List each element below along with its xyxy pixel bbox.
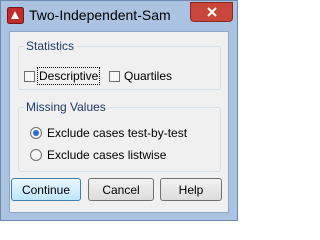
- close-icon: [206, 7, 217, 17]
- close-button[interactable]: [190, 2, 233, 22]
- statistics-group: Statistics Descriptive Quartiles: [18, 38, 221, 90]
- cancel-button[interactable]: Cancel: [88, 178, 154, 201]
- quartiles-option[interactable]: Quartiles: [109, 69, 172, 83]
- radio-button-selected[interactable]: [30, 127, 42, 139]
- continue-button[interactable]: Continue: [11, 178, 81, 201]
- radio-label: Exclude cases listwise: [47, 148, 167, 162]
- missing-values-group-label: Missing Values: [24, 99, 108, 115]
- radio-button[interactable]: [30, 149, 42, 161]
- statistics-group-label: Statistics: [24, 38, 77, 54]
- descriptive-option[interactable]: Descriptive: [24, 67, 101, 85]
- descriptive-checkbox[interactable]: [24, 70, 35, 82]
- app-icon: [7, 7, 24, 24]
- dialog-client-area: Statistics Descriptive Quartiles Missing…: [9, 31, 229, 213]
- radio-label: Exclude cases test-by-test: [47, 126, 188, 140]
- title-bar[interactable]: Two-Independent-Sam: [1, 1, 237, 31]
- window-title: Two-Independent-Sam: [29, 7, 171, 23]
- quartiles-checkbox[interactable]: [109, 70, 120, 82]
- descriptive-label: Descriptive: [36, 67, 101, 85]
- missing-values-group: Missing Values Exclude cases test-by-tes…: [18, 99, 221, 172]
- dialog-window: Two-Independent-Sam Statistics Descripti…: [0, 0, 238, 221]
- radio-exclude-listwise[interactable]: Exclude cases listwise: [30, 148, 166, 162]
- radio-exclude-test-by-test[interactable]: Exclude cases test-by-test: [30, 126, 187, 140]
- quartiles-label: Quartiles: [124, 69, 173, 83]
- help-button[interactable]: Help: [160, 178, 222, 201]
